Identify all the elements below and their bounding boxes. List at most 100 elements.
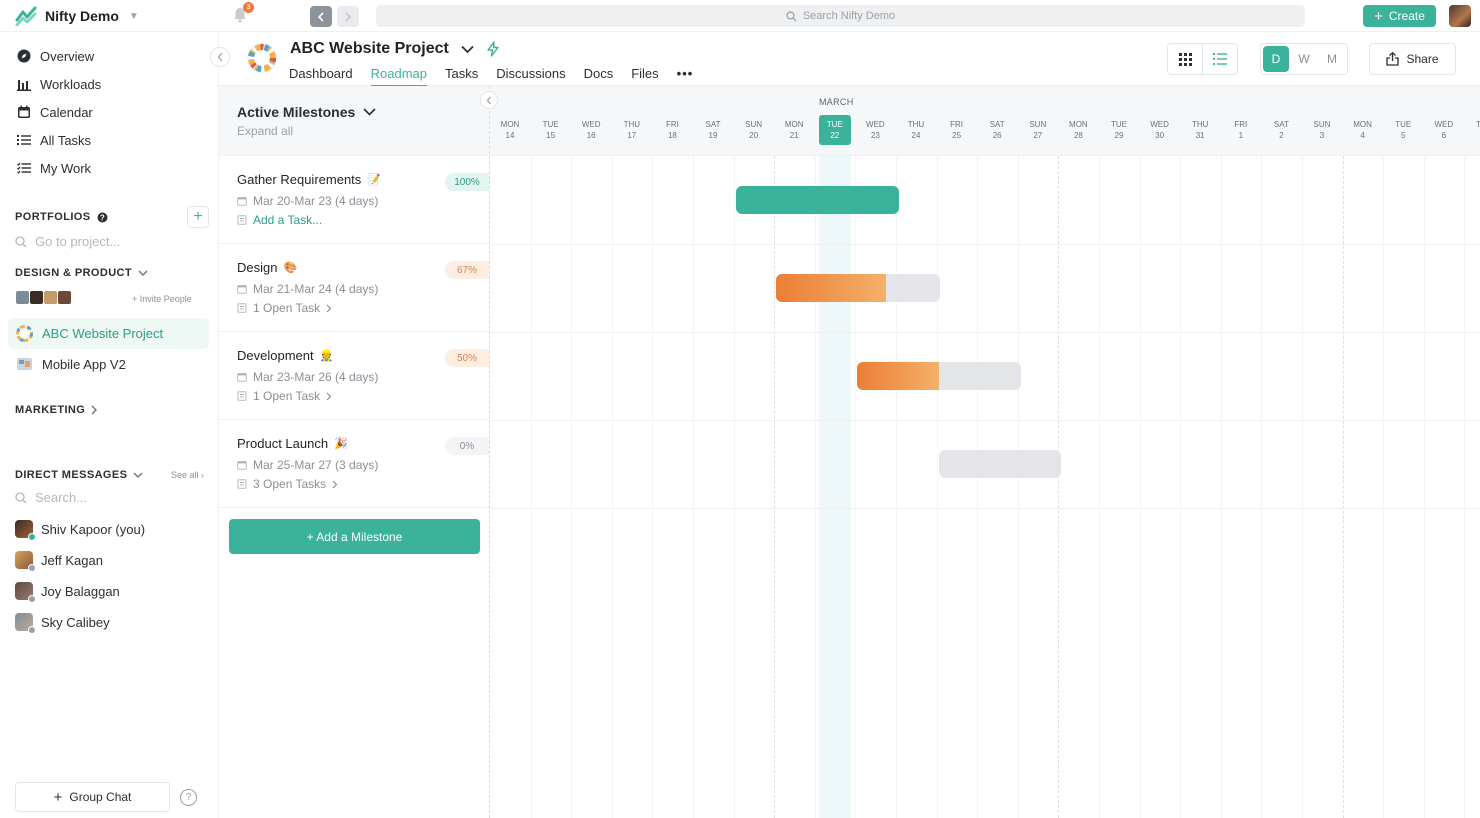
tab-tasks[interactable]: Tasks [445, 66, 478, 87]
marketing-group[interactable]: MARKETING [15, 404, 98, 416]
milestone-row[interactable]: Gather Requirements 📝 Mar 20-Mar 23 (4 day… [219, 156, 489, 244]
milestone-name[interactable]: Development 👷 [237, 348, 333, 363]
sidebar-item-all-tasks[interactable]: All Tasks [17, 130, 91, 150]
collapse-milestones-button[interactable] [480, 91, 498, 109]
milestone-emoji-icon: 🎨 [283, 262, 298, 274]
invite-people-link[interactable]: + Invite People [132, 294, 192, 304]
grid-view-button[interactable] [1168, 44, 1203, 74]
sidebar-item-my-work[interactable]: My Work [17, 158, 91, 178]
search-icon [15, 235, 27, 247]
milestone-date-range[interactable]: Mar 23-Mar 26 (4 days) [237, 370, 378, 384]
project-tabs: Dashboard Roadmap Tasks Discussions Docs… [289, 66, 693, 87]
milestone-bar[interactable] [857, 362, 1021, 390]
day-header: TUE 15 [535, 115, 567, 145]
project-search-input[interactable]: Go to project... [15, 234, 120, 249]
day-number: 18 [667, 131, 677, 140]
workspace-switcher[interactable]: Nifty Demo ▼ [15, 6, 139, 26]
milestone-dates: Mar 20-Mar 23 (4 days) [253, 194, 379, 208]
day-header: MON 14 [494, 115, 526, 145]
zoom-month-button[interactable]: M [1319, 46, 1345, 72]
tab-discussions[interactable]: Discussions [496, 66, 565, 87]
milestone-dates: Mar 25-Mar 27 (3 days) [253, 458, 379, 472]
sidebar-project-abc-website[interactable]: ABC Website Project [8, 318, 209, 349]
avatar [43, 290, 58, 305]
milestone-name[interactable]: Gather Requirements 📝 [237, 172, 381, 187]
sidebar-project-mobile-app[interactable]: Mobile App V2 [8, 349, 209, 380]
day-number: 19 [708, 131, 718, 140]
global-search-input[interactable]: Search Nifty Demo [376, 5, 1305, 27]
more-tabs-button[interactable]: ••• [677, 66, 694, 87]
collapse-sidebar-button[interactable] [210, 47, 230, 67]
milestone-bar[interactable] [735, 186, 899, 214]
list-view-button[interactable] [1203, 44, 1237, 74]
zoom-week-button[interactable]: W [1291, 46, 1317, 72]
day-header: FRI 25 [941, 115, 973, 145]
checklist-icon [17, 162, 31, 174]
search-placeholder: Search Nifty Demo [802, 10, 896, 22]
milestone-bar[interactable] [938, 450, 1062, 478]
day-gridline [1423, 156, 1425, 818]
tab-docs[interactable]: Docs [584, 66, 614, 87]
portfolios-heading: PORTFOLIOS ? [15, 211, 108, 223]
add-task-link[interactable]: Add a Task... [237, 213, 322, 227]
milestone-bar[interactable] [776, 274, 940, 302]
active-milestones-dropdown[interactable]: Active Milestones [237, 104, 376, 120]
day-header: SAT 26 [981, 115, 1013, 145]
share-button[interactable]: Share [1369, 43, 1456, 75]
search-icon [15, 491, 27, 503]
group-chat-button[interactable]: + Group Chat [15, 782, 170, 812]
expand-all-link[interactable]: Expand all [237, 124, 293, 138]
tab-dashboard[interactable]: Dashboard [289, 66, 353, 87]
milestone-date-range[interactable]: Mar 20-Mar 23 (4 days) [237, 194, 378, 208]
day-of-week: SUN [745, 120, 763, 129]
design-product-group[interactable]: DESIGN & PRODUCT [15, 267, 148, 279]
direct-messages-heading[interactable]: DIRECT MESSAGES [15, 469, 143, 481]
sidebar-item-calendar[interactable]: Calendar [17, 102, 93, 122]
project-title[interactable]: ABC Website Project [290, 40, 500, 58]
user-avatar[interactable] [1449, 5, 1471, 27]
milestone-row[interactable]: Development 👷 Mar 23-Mar 26 (4 days) 1 Open… [219, 332, 489, 420]
dm-search-input[interactable]: Search... [15, 490, 87, 505]
lightning-icon[interactable] [486, 41, 500, 57]
chevron-right-icon [332, 480, 338, 488]
notifications-bell-icon[interactable]: 3 [231, 2, 254, 24]
milestone-row[interactable]: Design 🎨 Mar 21-Mar 24 (4 days) 1 Open Task… [219, 244, 489, 332]
add-portfolio-button[interactable]: + [187, 206, 209, 228]
row-separator [490, 244, 1480, 245]
add-milestone-button[interactable]: + Add a Milestone [229, 519, 480, 554]
milestones-header: Active Milestones Expand all [219, 86, 489, 156]
dm-item[interactable]: Sky Calibey [15, 613, 110, 634]
milestone-row[interactable]: Product Launch 🎉 Mar 25-Mar 27 (3 days) 3 O… [219, 420, 489, 508]
open-tasks-link[interactable]: 1 Open Task [237, 389, 332, 403]
day-of-week: SAT [989, 120, 1005, 129]
sidebar-item-workloads[interactable]: Workloads [17, 74, 101, 94]
team-avatars[interactable] [15, 290, 72, 305]
milestone-date-range[interactable]: Mar 25-Mar 27 (3 days) [237, 458, 378, 472]
chevron-right-icon [91, 405, 98, 415]
open-tasks-link[interactable]: 3 Open Tasks [237, 477, 338, 491]
back-button[interactable] [310, 6, 332, 27]
dm-item[interactable]: Joy Balaggan [15, 582, 120, 603]
see-all-link[interactable]: See all › [171, 470, 204, 480]
create-button[interactable]: + Create [1363, 5, 1436, 27]
forward-button[interactable] [337, 6, 359, 27]
milestone-date-range[interactable]: Mar 21-Mar 24 (4 days) [237, 282, 378, 296]
dm-item[interactable]: Jeff Kagan [15, 551, 103, 572]
chevron-left-icon [486, 96, 491, 104]
milestone-name[interactable]: Product Launch 🎉 [237, 436, 348, 451]
tab-roadmap[interactable]: Roadmap [370, 66, 427, 87]
milestone-name[interactable]: Design 🎨 [237, 260, 297, 275]
sidebar-item-overview[interactable]: Overview [17, 46, 94, 66]
chevron-right-icon [345, 11, 352, 22]
day-number: 17 [627, 131, 637, 140]
dm-item[interactable]: Shiv Kapoor (you) [15, 520, 145, 541]
day-header: SUN 27 [1022, 115, 1054, 145]
open-tasks-link[interactable]: 1 Open Task [237, 301, 332, 315]
sidebar: Overview Workloads Calendar All Tasks My… [0, 32, 219, 818]
help-icon[interactable]: ? [180, 789, 197, 806]
zoom-day-button[interactable]: D [1263, 46, 1289, 72]
tab-files[interactable]: Files [631, 66, 658, 87]
day-of-week: WED [1150, 120, 1169, 129]
help-circle-icon[interactable]: ? [97, 212, 108, 223]
milestones-title: Active Milestones [237, 104, 356, 120]
